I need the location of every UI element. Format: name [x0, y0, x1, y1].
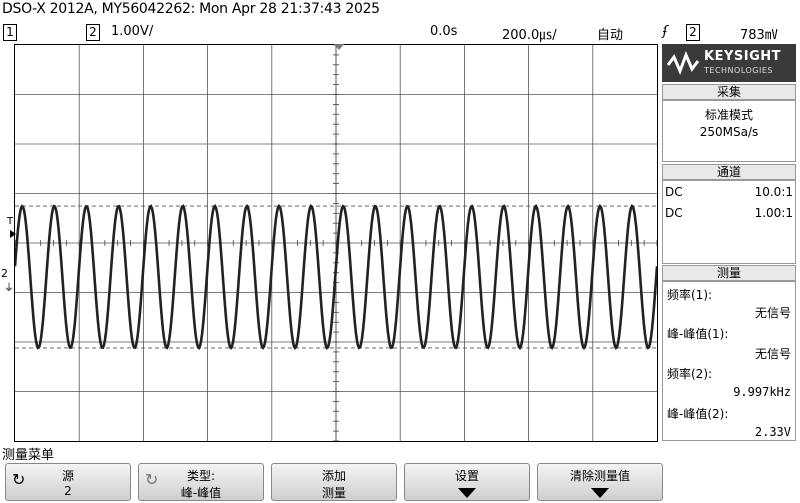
softkey-label: 清除测量值: [569, 469, 630, 483]
trigger-level: 783㎷: [740, 28, 778, 43]
keysight-logo: KEYSIGHT TECHNOLOGIES: [662, 44, 796, 82]
acquire-mode: 标准模式: [704, 108, 753, 122]
trigger-level-marker: T: [7, 216, 14, 227]
softkey-label: 源: [61, 469, 74, 483]
channels-panel: DC 10.0:1 DC 1.00:1: [662, 180, 796, 264]
measure-panel: 频率(1): 无信号 峰-峰值(1): 无信号 频率(2): 9.997kHz …: [662, 281, 796, 441]
measure-label-vpp-2: 峰-峰值(2):: [667, 407, 729, 421]
channel-2-scale: 1.00V/: [111, 24, 154, 39]
measure-label-freq-1: 频率(1):: [667, 288, 713, 302]
trigger-arrow-icon: [10, 230, 16, 238]
measure-label-vpp-1: 峰-峰值(1):: [667, 327, 729, 341]
softkey-label: 设置: [454, 469, 479, 483]
submenu-arrow-icon: [591, 488, 609, 498]
sample-rate: 250MSa/s: [699, 125, 759, 139]
acquire-panel: 标准模式 250MSa/s: [662, 100, 796, 162]
time-scale: 200.0㎲/: [502, 28, 557, 43]
channel-2-indicator[interactable]: 2: [86, 24, 100, 41]
ch1-probe: 10.0:1: [754, 185, 793, 199]
clear-measurements-softkey[interactable]: 清除测量值: [537, 463, 663, 501]
menu-title: 测量菜单: [2, 448, 55, 463]
softkey-value: 测量: [321, 486, 346, 500]
ground-icon: ⏚: [4, 283, 14, 294]
status-bar: 1 2 1.00V/ 0.0s 200.0㎲/ 自动 ʄ 2 783㎷: [0, 22, 800, 43]
logo-word: KEYSIGHT: [704, 49, 781, 64]
softkey-value: 2: [64, 484, 72, 498]
logo-subtitle: TECHNOLOGIES: [704, 66, 773, 75]
trigger-edge-icon: ʄ: [663, 24, 668, 39]
trigger-position-marker: [334, 44, 344, 50]
keysight-wave-icon: [666, 50, 700, 76]
softkey-value: 峰-峰值: [180, 486, 222, 500]
softkey-label: 类型:: [186, 469, 216, 483]
measure-value-vpp-2: 2.33V: [754, 425, 791, 439]
settings-softkey[interactable]: 设置: [404, 463, 530, 501]
time-delay: 0.0s: [430, 24, 458, 39]
measure-label-freq-2: 频率(2):: [667, 367, 713, 381]
measure-value-vpp-1: 无信号: [754, 347, 791, 361]
waveform-display[interactable]: [14, 44, 658, 442]
add-measurement-softkey[interactable]: 添加 测量: [271, 463, 397, 501]
ch1-coupling: DC: [665, 185, 683, 199]
waveform-svg: [15, 45, 657, 441]
ch2-probe: 1.00:1: [754, 206, 793, 220]
measure-header: 测量: [662, 265, 796, 281]
window-title: DSO-X 2012A, MY56042262: Mon Apr 28 21:3…: [2, 1, 380, 17]
channel-1-indicator[interactable]: 1: [3, 24, 17, 41]
source-softkey[interactable]: ↻ 源 2: [5, 463, 131, 501]
trigger-source: 2: [686, 24, 700, 41]
ch2-coupling: DC: [665, 206, 683, 220]
trigger-mode: 自动: [597, 28, 624, 43]
acquire-header: 采集: [662, 84, 796, 100]
measure-value-freq-1: 无信号: [754, 306, 791, 320]
measure-value-freq-2: 9.997kHz: [733, 385, 791, 399]
submenu-arrow-icon: [458, 488, 476, 498]
channels-header: 通道: [662, 164, 796, 180]
type-softkey[interactable]: ↻ 类型: 峰-峰值: [138, 463, 264, 501]
softkey-label: 添加: [321, 469, 346, 483]
